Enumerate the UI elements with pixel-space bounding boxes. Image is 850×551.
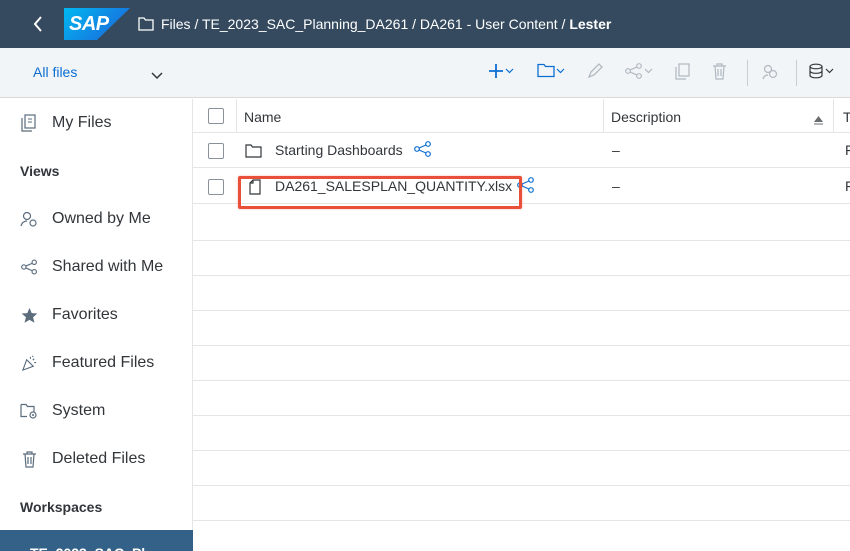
- sidebar-item-favorites[interactable]: Favorites: [0, 295, 193, 335]
- chevron-down-icon: [644, 68, 653, 74]
- sap-logo[interactable]: SAP: [64, 8, 130, 40]
- featured-icon: [19, 353, 39, 373]
- data-source-button[interactable]: [808, 63, 834, 79]
- highlight-box: [238, 176, 522, 209]
- empty-row: [193, 241, 850, 276]
- file-filter-select[interactable]: All files: [33, 64, 77, 80]
- sidebar-item-system[interactable]: System: [0, 391, 193, 431]
- edit-button[interactable]: [587, 63, 603, 79]
- breadcrumb-path[interactable]: Files / TE_2023_SAC_Planning_DA261 / DA2…: [161, 16, 569, 32]
- select-all-checkbox[interactable]: [208, 108, 224, 124]
- sidebar-item-shared-with-me[interactable]: Shared with Me: [0, 247, 193, 287]
- add-icon: [489, 64, 503, 78]
- empty-row: [193, 416, 850, 451]
- delete-icon: [713, 63, 726, 80]
- chevron-down-icon: [556, 68, 565, 73]
- type-cell: F: [845, 142, 850, 158]
- table-row[interactable]: Starting Dashboards – F: [193, 133, 850, 168]
- chevron-down-icon: [825, 68, 834, 74]
- share-icon[interactable]: [414, 141, 432, 160]
- logo-text: SAP: [69, 12, 109, 35]
- column-divider: [236, 99, 237, 133]
- copy-button[interactable]: [675, 63, 690, 80]
- empty-row: [193, 346, 850, 381]
- sidebar-item-label: Favorites: [52, 306, 118, 323]
- sidebar-item-workspace[interactable]: TE_2023_SAC_Pl: [0, 530, 193, 551]
- breadcrumb-current: Lester: [569, 16, 612, 32]
- row-checkbox[interactable]: [208, 179, 224, 195]
- new-folder-button[interactable]: [537, 63, 565, 78]
- file-name-link[interactable]: Starting Dashboards: [275, 142, 403, 158]
- my-files-icon: [19, 113, 39, 133]
- add-button[interactable]: [488, 63, 514, 79]
- sort-ascending-icon[interactable]: [813, 112, 824, 128]
- new-folder-icon: [537, 63, 555, 78]
- empty-row: [193, 486, 850, 521]
- sidebar-item-my-files[interactable]: My Files: [0, 103, 193, 143]
- data-source-icon: [809, 63, 823, 79]
- chevron-down-icon[interactable]: [151, 67, 163, 83]
- trash-icon: [19, 449, 39, 469]
- column-header-name[interactable]: Name: [244, 109, 281, 125]
- folder-icon: [245, 144, 262, 161]
- column-divider: [603, 99, 604, 133]
- star-icon: [19, 305, 39, 325]
- toolbar: All files: [0, 48, 850, 98]
- share-icon: [19, 257, 39, 277]
- sidebar-item-featured-files[interactable]: Featured Files: [0, 343, 193, 383]
- share-icon: [625, 63, 642, 79]
- copy-icon: [675, 63, 690, 80]
- back-button[interactable]: [25, 0, 51, 48]
- shell-bar: SAP Files / TE_2023_SAC_Planning_DA261 /…: [0, 0, 850, 48]
- system-folder-icon: [19, 401, 39, 421]
- description-cell: –: [612, 142, 620, 158]
- row-checkbox[interactable]: [208, 143, 224, 159]
- column-divider: [833, 99, 834, 133]
- owner-icon: [19, 209, 39, 229]
- workspaces-heading: Workspaces: [20, 499, 103, 515]
- sidebar-item-label: Owned by Me: [52, 210, 151, 227]
- type-cell: F: [845, 178, 850, 194]
- sidebar-item-label: Shared with Me: [52, 258, 164, 275]
- empty-row: [193, 206, 850, 241]
- file-table: Name Description T Starting Dashboards –…: [193, 99, 850, 551]
- folder-icon: [138, 16, 154, 32]
- column-header-type[interactable]: T: [843, 109, 850, 125]
- sidebar-item-deleted-files[interactable]: Deleted Files: [0, 439, 193, 479]
- toolbar-divider: [796, 60, 797, 86]
- share-settings-button[interactable]: [761, 63, 779, 81]
- empty-row: [193, 381, 850, 416]
- share-settings-icon: [762, 64, 778, 80]
- sidebar-item-label: System: [52, 402, 106, 419]
- column-header-description[interactable]: Description: [611, 109, 681, 125]
- sidebar-item-owned-by-me[interactable]: Owned by Me: [0, 199, 193, 239]
- back-arrow-icon: [33, 16, 42, 32]
- sidebar-item-label: My Files: [52, 114, 112, 131]
- views-heading: Views: [20, 163, 60, 179]
- edit-icon: [587, 63, 603, 79]
- toolbar-divider: [747, 60, 748, 86]
- empty-row: [193, 276, 850, 311]
- description-cell: –: [612, 178, 620, 194]
- sidebar: My Files Views Owned by Me Shared with M…: [0, 99, 193, 551]
- delete-button[interactable]: [712, 63, 727, 80]
- breadcrumb[interactable]: Files / TE_2023_SAC_Planning_DA261 / DA2…: [161, 16, 611, 32]
- sidebar-item-label: Featured Files: [52, 354, 155, 371]
- table-header: Name Description T: [193, 99, 850, 133]
- sidebar-item-label: Deleted Files: [52, 450, 146, 467]
- empty-row: [193, 451, 850, 486]
- empty-row: [193, 311, 850, 346]
- share-button[interactable]: [625, 63, 653, 79]
- chevron-down-icon: [505, 68, 514, 74]
